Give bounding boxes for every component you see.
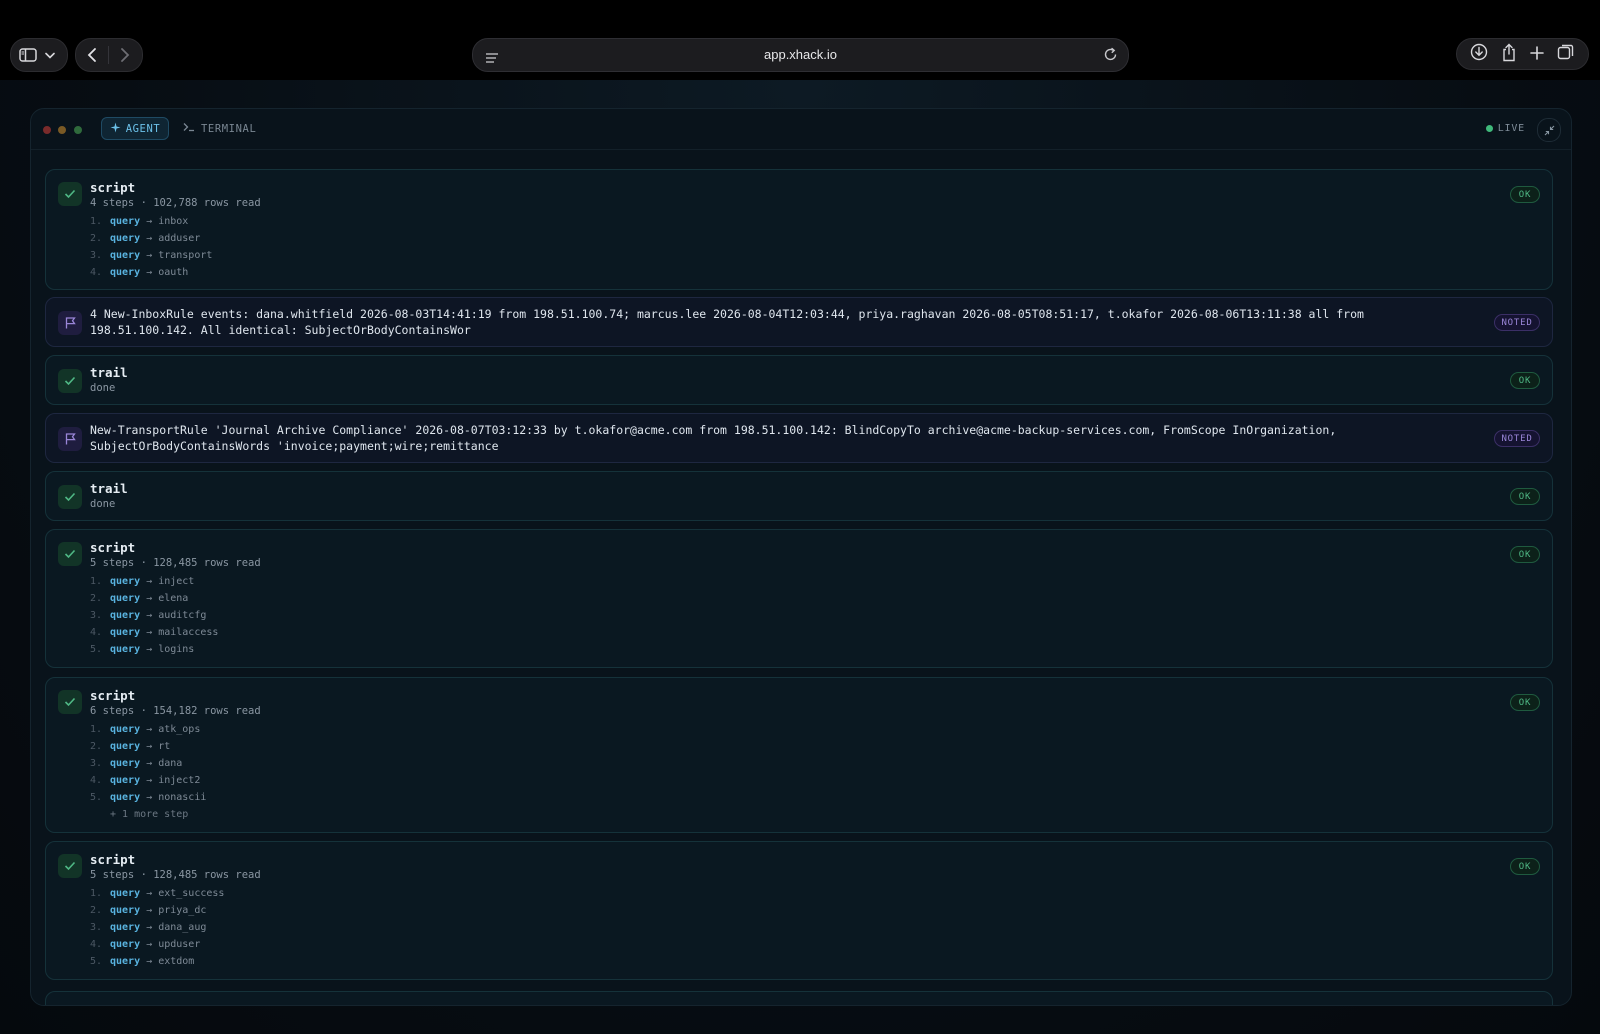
status-badge: OK <box>1510 488 1540 505</box>
close-dot[interactable] <box>43 126 51 134</box>
activity-card-partial[interactable] <box>45 991 1553 1005</box>
card-subtitle: 4 steps · 102,788 rows read <box>90 197 261 209</box>
card-subtitle: done <box>90 382 116 394</box>
sparkle-icon <box>110 122 121 136</box>
terminal-prompt-icon <box>183 122 195 135</box>
step-item: 1. query → inbox <box>90 216 189 227</box>
chevron-left-icon <box>87 48 96 62</box>
status-badge: NOTED <box>1494 314 1540 331</box>
tab-agent-label: AGENT <box>125 122 161 135</box>
status-badge: OK <box>1510 186 1540 203</box>
step-list: 1. query → inject 2. query → elena 3. query… <box>90 576 218 661</box>
flag-icon <box>58 311 82 335</box>
activity-card-note[interactable]: New-TransportRule 'Journal Archive Compl… <box>45 413 1553 463</box>
activity-card-trail[interactable]: trail done OK <box>45 355 1553 405</box>
check-icon <box>58 369 82 393</box>
step-item: 5. query → extdom <box>90 956 195 967</box>
chevron-down-icon[interactable] <box>45 52 55 59</box>
status-badge: OK <box>1510 858 1540 875</box>
agent-panel: AGENT TERMINAL LIVE script 4 steps · 102… <box>30 108 1572 1006</box>
status-badge: OK <box>1510 546 1540 563</box>
step-item: 4. query → inject2 <box>90 775 201 786</box>
card-subtitle: 6 steps · 154,182 rows read <box>90 705 261 717</box>
step-item: 1. query → inject <box>90 576 195 587</box>
card-title: script <box>90 688 136 703</box>
tab-overview-icon[interactable] <box>1557 43 1575 65</box>
tab-terminal[interactable]: TERMINAL <box>183 117 256 140</box>
browser-actions <box>1456 38 1589 70</box>
address-bar[interactable]: app.xhack.io <box>472 38 1129 72</box>
activity-card-script[interactable]: script 5 steps · 128,485 rows read 1. que… <box>45 529 1553 668</box>
step-item: 3. query → dana <box>90 758 183 769</box>
activity-card-trail[interactable]: trail done OK <box>45 471 1553 521</box>
flag-icon <box>58 427 82 451</box>
check-icon <box>58 485 82 509</box>
step-item: 1. query → ext_success <box>90 888 225 899</box>
sidebar-toggle-button[interactable] <box>10 38 68 72</box>
step-item: 4. query → upduser <box>90 939 201 950</box>
collapse-icon <box>1544 125 1554 135</box>
reload-icon[interactable] <box>1103 47 1118 66</box>
card-title: script <box>90 852 136 867</box>
step-list: 1. query → atk_ops 2. query → rt 3. query →… <box>90 724 206 826</box>
step-item: 5. query → logins <box>90 644 195 655</box>
step-list: 1. query → ext_success 2. query → priya_dc… <box>90 888 224 973</box>
card-title: trail <box>90 365 128 380</box>
step-item: 4. query → mailaccess <box>90 627 219 638</box>
chevron-right-icon <box>121 48 130 62</box>
check-icon <box>58 854 82 878</box>
download-icon[interactable] <box>1470 43 1488 65</box>
panel-header: AGENT TERMINAL LIVE <box>31 109 1571 150</box>
activity-card-script[interactable]: script 6 steps · 154,182 rows read 1. que… <box>45 677 1553 833</box>
note-text: 4 New-InboxRule events: dana.whitfield 2… <box>90 307 1364 337</box>
more-steps-toggle[interactable]: + 1 more step <box>90 809 206 826</box>
step-item: 2. query → elena <box>90 593 189 604</box>
step-item: 1. query → atk_ops <box>90 724 201 735</box>
card-subtitle: done <box>90 498 116 510</box>
card-title: trail <box>90 481 128 496</box>
live-dot <box>1485 125 1493 132</box>
activity-card-script[interactable]: script 4 steps · 102,788 rows read 1. que… <box>45 169 1553 290</box>
new-tab-icon[interactable] <box>1530 45 1544 64</box>
back-button[interactable] <box>76 47 108 63</box>
tab-terminal-label: TERMINAL <box>201 122 257 135</box>
url-text: app.xhack.io <box>764 47 837 62</box>
step-item: 2. query → rt <box>90 741 171 752</box>
step-item: 3. query → dana_aug <box>90 922 207 933</box>
step-item: 3. query → auditcfg <box>90 610 207 621</box>
status-badge: NOTED <box>1494 430 1540 447</box>
tab-agent[interactable]: AGENT <box>101 117 169 140</box>
activity-card-note[interactable]: 4 New-InboxRule events: dana.whitfield 2… <box>45 297 1553 347</box>
activity-card-script[interactable]: script 5 steps · 128,485 rows read 1. que… <box>45 841 1553 980</box>
status-badge: OK <box>1510 694 1540 711</box>
check-icon <box>58 690 82 714</box>
check-icon <box>58 182 82 206</box>
status-badge: OK <box>1510 372 1540 389</box>
card-title: script <box>90 540 136 555</box>
step-item: 3. query → transport <box>90 250 213 261</box>
card-subtitle: 5 steps · 128,485 rows read <box>90 557 261 569</box>
navigation-buttons <box>75 38 143 72</box>
check-icon <box>58 542 82 566</box>
live-indicator: LIVE <box>1485 117 1525 140</box>
minimize-dot[interactable] <box>58 126 66 134</box>
card-subtitle: 5 steps · 128,485 rows read <box>90 869 261 881</box>
step-item: 2. query → adduser <box>90 233 201 244</box>
card-title: script <box>90 180 136 195</box>
step-list: 1. query → inbox 2. query → adduser 3. quer… <box>90 216 212 284</box>
note-text: New-TransportRule 'Journal Archive Compl… <box>90 423 1337 453</box>
maximize-dot[interactable] <box>74 126 82 134</box>
live-label: LIVE <box>1497 123 1525 134</box>
step-item: 2. query → priya_dc <box>90 905 207 916</box>
step-item: 4. query → oauth <box>90 267 189 278</box>
collapse-button[interactable] <box>1537 118 1561 142</box>
browser-toolbar: app.xhack.io <box>0 0 1600 80</box>
forward-button[interactable] <box>109 47 141 63</box>
share-icon[interactable] <box>1501 43 1517 66</box>
step-item: 5. query → nonascii <box>90 792 207 803</box>
sidebar-icon <box>19 48 37 62</box>
